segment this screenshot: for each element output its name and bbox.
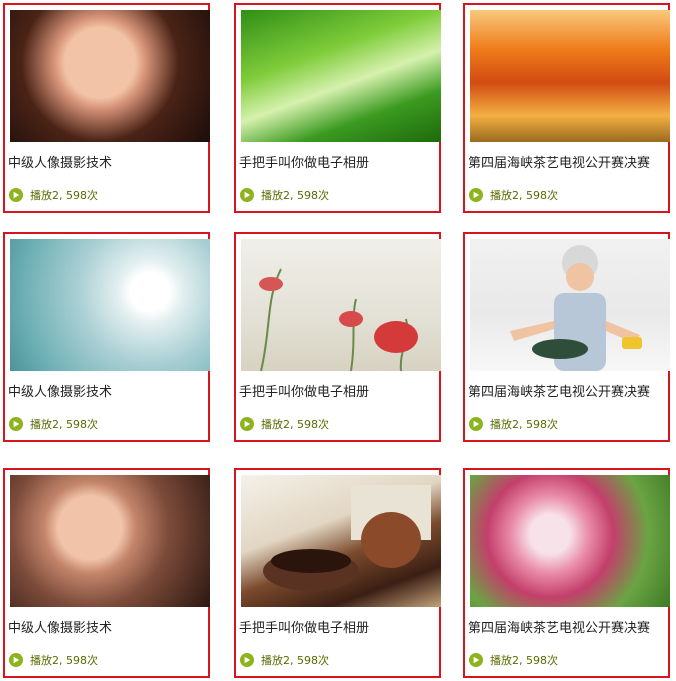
video-thumbnail[interactable] — [10, 239, 210, 371]
video-title[interactable]: 中级人像摄影技术 — [8, 617, 112, 636]
play-icon[interactable] — [469, 653, 483, 667]
play-count-text: 播放2, 598次 — [261, 189, 329, 202]
cook-illustration — [510, 245, 642, 371]
play-count: 播放2, 598次 — [469, 652, 558, 668]
play-count-text: 播放2, 598次 — [490, 189, 558, 202]
play-count-text: 播放2, 598次 — [30, 418, 98, 431]
video-title[interactable]: 第四届海峡茶艺电视公开赛决赛 — [468, 152, 650, 171]
video-thumbnail[interactable] — [470, 475, 670, 607]
play-icon[interactable] — [9, 417, 23, 431]
play-icon[interactable] — [9, 188, 23, 202]
poppy-illustration — [259, 268, 418, 371]
video-thumbnail[interactable] — [10, 10, 210, 142]
video-card[interactable]: 中级人像摄影技术 播放2, 598次 — [3, 232, 210, 442]
play-icon[interactable] — [240, 653, 254, 667]
video-thumbnail[interactable] — [470, 10, 670, 142]
play-icon[interactable] — [240, 417, 254, 431]
play-count: 播放2, 598次 — [9, 187, 98, 203]
play-count: 播放2, 598次 — [469, 187, 558, 203]
play-icon[interactable] — [240, 188, 254, 202]
play-count-text: 播放2, 598次 — [30, 189, 98, 202]
play-count: 播放2, 598次 — [240, 187, 329, 203]
play-count-text: 播放2, 598次 — [490, 418, 558, 431]
play-count: 播放2, 598次 — [240, 652, 329, 668]
video-card[interactable]: 第四届海峡茶艺电视公开赛决赛 播放2, 598次 — [463, 3, 670, 213]
video-title[interactable]: 手把手叫你做电子相册 — [239, 381, 369, 400]
play-count: 播放2, 598次 — [469, 416, 558, 432]
play-count: 播放2, 598次 — [9, 652, 98, 668]
video-card[interactable]: 第四届海峡茶艺电视公开赛决赛 播放2, 598次 — [463, 468, 670, 678]
play-count: 播放2, 598次 — [240, 416, 329, 432]
video-card[interactable]: 手把手叫你做电子相册 播放2, 598次 — [234, 468, 441, 678]
video-card[interactable]: 中级人像摄影技术 播放2, 598次 — [3, 3, 210, 213]
video-card[interactable]: 中级人像摄影技术 播放2, 598次 — [3, 468, 210, 678]
play-count-text: 播放2, 598次 — [490, 654, 558, 667]
video-title[interactable]: 手把手叫你做电子相册 — [239, 617, 369, 636]
play-icon[interactable] — [469, 188, 483, 202]
video-title[interactable]: 第四届海峡茶艺电视公开赛决赛 — [468, 617, 650, 636]
video-title[interactable]: 中级人像摄影技术 — [8, 381, 112, 400]
play-icon[interactable] — [469, 417, 483, 431]
video-title[interactable]: 第四届海峡茶艺电视公开赛决赛 — [468, 381, 650, 400]
video-card[interactable]: 手把手叫你做电子相册 播放2, 598次 — [234, 3, 441, 213]
video-card[interactable]: 手把手叫你做电子相册 播放2, 598次 — [234, 232, 441, 442]
video-thumbnail[interactable] — [241, 239, 441, 371]
video-thumbnail[interactable] — [241, 475, 441, 607]
play-count-text: 播放2, 598次 — [261, 654, 329, 667]
video-title[interactable]: 中级人像摄影技术 — [8, 152, 112, 171]
video-thumbnail[interactable] — [10, 475, 210, 607]
play-count-text: 播放2, 598次 — [261, 418, 329, 431]
video-title[interactable]: 手把手叫你做电子相册 — [239, 152, 369, 171]
play-icon[interactable] — [9, 653, 23, 667]
video-thumbnail[interactable] — [241, 10, 441, 142]
play-count-text: 播放2, 598次 — [30, 654, 98, 667]
tea-illustration — [263, 485, 431, 591]
video-card[interactable]: 第四届海峡茶艺电视公开赛决赛 播放2, 598次 — [463, 232, 670, 442]
play-count: 播放2, 598次 — [9, 416, 98, 432]
video-thumbnail[interactable] — [470, 239, 670, 371]
